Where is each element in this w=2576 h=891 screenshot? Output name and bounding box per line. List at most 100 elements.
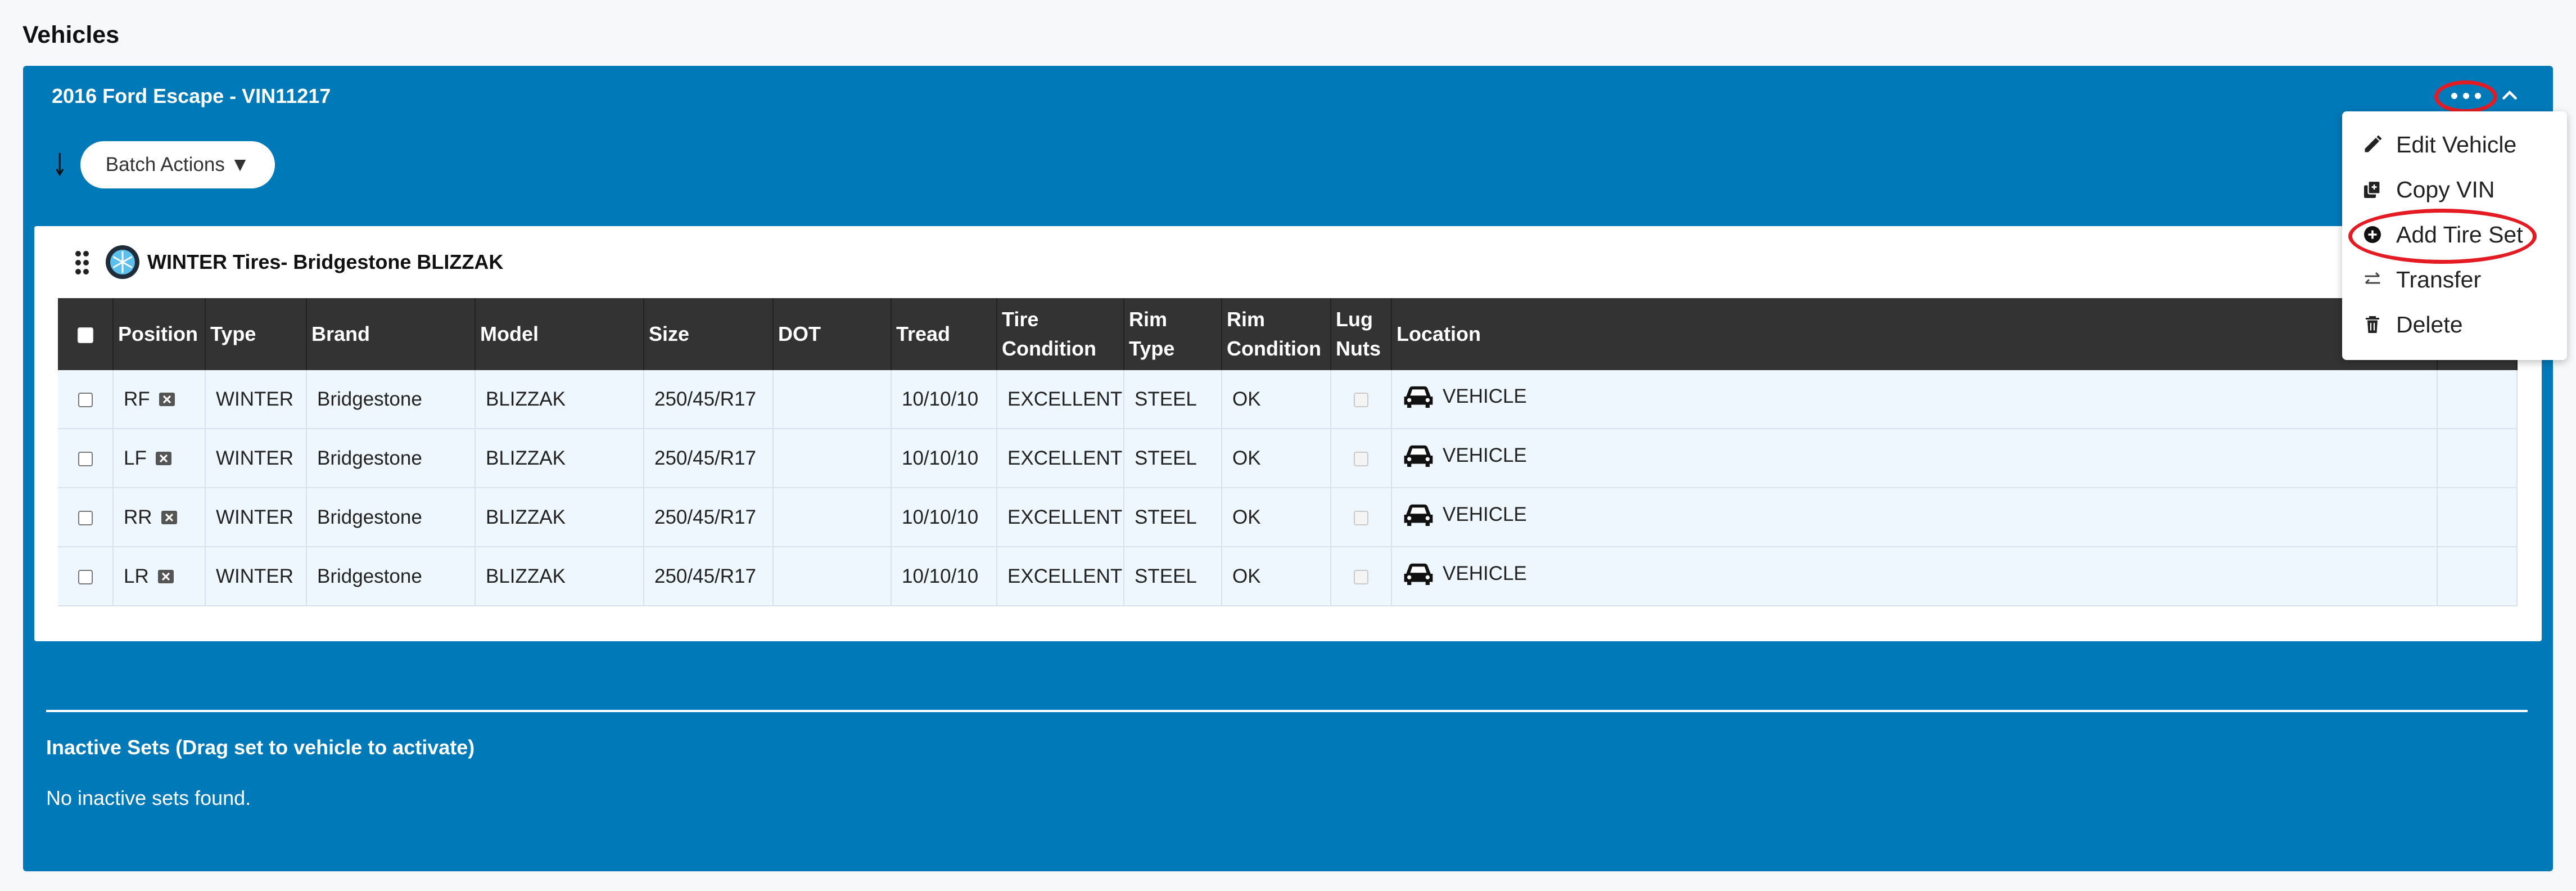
- more-dot: [2451, 92, 2457, 99]
- menu-item-delete[interactable]: Delete: [2342, 302, 2567, 347]
- header-rim-type[interactable]: Rim Type: [1124, 298, 1222, 370]
- location-text: VEHICLE: [1443, 385, 1527, 407]
- cell-brand: Bridgestone: [306, 370, 476, 429]
- inactive-sets-title: Inactive Sets (Drag set to vehicle to ac…: [46, 736, 475, 759]
- row-checkbox[interactable]: [78, 393, 93, 408]
- more-options-button[interactable]: [2438, 83, 2494, 108]
- position-text: RF: [124, 388, 150, 410]
- notes-icon[interactable]: [160, 508, 178, 526]
- table-row[interactable]: RF WINTER Bridgestone BLIZZAK 250/45/R17…: [58, 370, 2518, 429]
- pencil-icon: [2365, 135, 2382, 152]
- row-checkbox[interactable]: [78, 452, 93, 467]
- lug-nuts-checkbox[interactable]: [1354, 452, 1368, 467]
- header-dot[interactable]: DOT: [773, 298, 892, 370]
- cell-brand: Bridgestone: [306, 547, 476, 606]
- chevron-up-icon[interactable]: [2500, 86, 2520, 106]
- cell-actions: [2437, 547, 2518, 606]
- lug-nuts-checkbox[interactable]: [1354, 570, 1368, 585]
- cell-position: LF: [113, 429, 206, 488]
- table-row[interactable]: LF WINTER Bridgestone BLIZZAK 250/45/R17…: [58, 429, 2518, 488]
- header-position[interactable]: Position: [113, 298, 206, 370]
- menu-item-label: Delete: [2396, 311, 2463, 338]
- cell-type: WINTER: [205, 429, 307, 488]
- cell-size: 250/45/R17: [644, 488, 774, 547]
- cell-rim-type: STEEL: [1124, 370, 1222, 429]
- batch-actions-button[interactable]: Batch Actions ▼: [80, 141, 275, 188]
- cell-rim-type: STEEL: [1124, 488, 1222, 547]
- cell-type: WINTER: [205, 370, 307, 429]
- header-tread[interactable]: Tread: [891, 298, 997, 370]
- cell-rim-type: STEEL: [1124, 429, 1222, 488]
- cell-tire-condition: EXCELLENT: [997, 429, 1124, 488]
- header-brand[interactable]: Brand: [306, 298, 476, 370]
- notes-icon[interactable]: [155, 449, 173, 467]
- cell-brand: Bridgestone: [306, 429, 476, 488]
- vehicle-title: 2016 Ford Escape - VIN11217: [52, 84, 331, 107]
- lug-nuts-checkbox[interactable]: [1354, 511, 1368, 526]
- menu-item-label: Add Tire Set: [2396, 221, 2523, 248]
- header-type[interactable]: Type: [205, 298, 307, 370]
- plus-circle-icon: [2364, 226, 2381, 243]
- location-text: VEHICLE: [1443, 503, 1527, 525]
- cell-brand: Bridgestone: [306, 488, 476, 547]
- cell-model: BLIZZAK: [475, 547, 644, 606]
- menu-item-transfer[interactable]: Transfer: [2342, 257, 2567, 302]
- cell-dot: [773, 370, 892, 429]
- cell-rim-condition: OK: [1222, 547, 1331, 606]
- cell-type: WINTER: [205, 488, 307, 547]
- cell-rim-condition: OK: [1222, 429, 1331, 488]
- page-title: Vehicles: [22, 21, 120, 48]
- cell-position: LR: [113, 547, 206, 606]
- table-row[interactable]: RR WINTER Bridgestone BLIZZAK 250/45/R17…: [58, 488, 2518, 547]
- cell-tire-condition: EXCELLENT: [997, 547, 1124, 606]
- snowflake-tire-icon: [106, 245, 139, 279]
- position-text: LF: [124, 447, 147, 469]
- header-tire-condition[interactable]: Tire Condition: [997, 298, 1124, 370]
- cell-type: WINTER: [205, 547, 307, 606]
- header-location[interactable]: Location: [1391, 298, 2438, 370]
- position-text: LR: [124, 565, 149, 587]
- row-select: [58, 488, 114, 547]
- menu-item-add-tire-set[interactable]: Add Tire Set: [2342, 212, 2567, 257]
- cell-tread: 10/10/10: [891, 370, 997, 429]
- cell-actions: [2437, 488, 2518, 547]
- section-divider: [46, 710, 2528, 712]
- more-dot: [2462, 92, 2469, 99]
- cell-lug-nuts: [1331, 547, 1392, 606]
- cell-size: 250/45/R17: [644, 370, 774, 429]
- row-checkbox[interactable]: [78, 511, 93, 526]
- row-checkbox[interactable]: [78, 570, 93, 585]
- menu-item-copy-vin[interactable]: Copy VIN: [2342, 167, 2567, 212]
- header-lug-nuts[interactable]: Lug Nuts: [1331, 298, 1392, 370]
- row-select: [58, 429, 114, 488]
- select-all-checkbox[interactable]: [77, 327, 93, 344]
- menu-item-edit-vehicle[interactable]: Edit Vehicle: [2342, 122, 2567, 167]
- cell-model: BLIZZAK: [475, 370, 644, 429]
- trash-icon: [2366, 316, 2379, 333]
- location-text: VEHICLE: [1443, 562, 1527, 584]
- cell-size: 250/45/R17: [644, 429, 774, 488]
- row-select: [58, 370, 114, 429]
- cell-actions: [2437, 429, 2518, 488]
- cell-lug-nuts: [1331, 429, 1392, 488]
- header-rim-condition[interactable]: Rim Condition: [1222, 298, 1331, 370]
- tire-table: Position Type Brand Model Size DOT Tread…: [58, 298, 2518, 606]
- transfer-icon: [2365, 272, 2380, 284]
- header-size[interactable]: Size: [644, 298, 774, 370]
- cell-tread: 10/10/10: [891, 488, 997, 547]
- lug-nuts-checkbox[interactable]: [1354, 393, 1368, 408]
- car-icon: [1404, 445, 1433, 467]
- drag-handle-icon[interactable]: [75, 251, 89, 274]
- notes-icon[interactable]: [158, 390, 176, 408]
- location-text: VEHICLE: [1443, 444, 1527, 466]
- table-row[interactable]: LR WINTER Bridgestone BLIZZAK 250/45/R17…: [58, 547, 2518, 606]
- cell-location: VEHICLE: [1391, 488, 2438, 547]
- cell-size: 250/45/R17: [644, 547, 774, 606]
- more-dot: [2474, 92, 2481, 99]
- table-header-row: Position Type Brand Model Size DOT Tread…: [58, 298, 2518, 370]
- notes-icon[interactable]: [157, 568, 175, 586]
- header-model[interactable]: Model: [475, 298, 644, 370]
- sort-arrow-icon[interactable]: [55, 151, 71, 179]
- cell-rim-type: STEEL: [1124, 547, 1222, 606]
- cell-rim-condition: OK: [1222, 488, 1331, 547]
